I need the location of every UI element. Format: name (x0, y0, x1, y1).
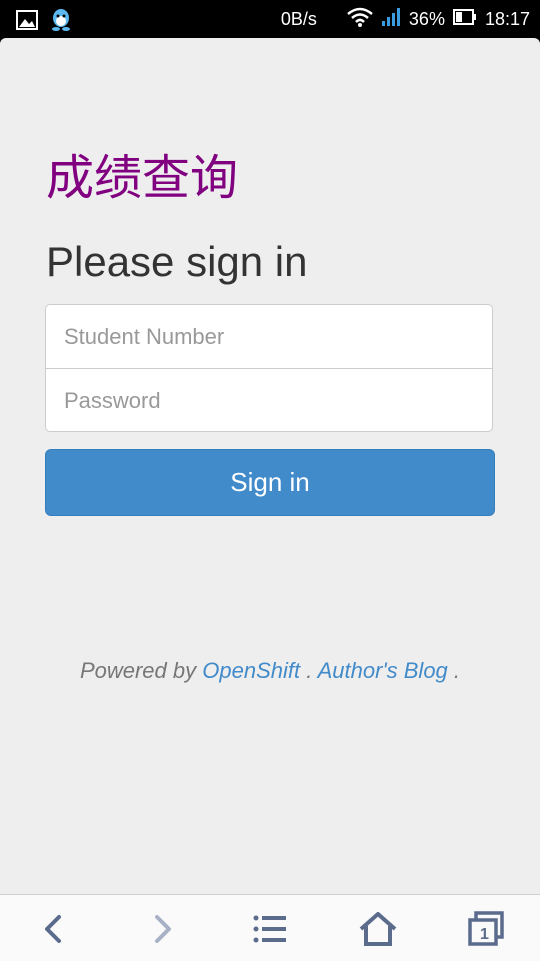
signal-icon (381, 7, 401, 32)
home-icon[interactable] (358, 909, 398, 949)
forward-icon[interactable] (142, 909, 182, 949)
footer-end: . (447, 658, 461, 683)
password-input[interactable] (46, 369, 492, 432)
openshift-link[interactable]: OpenShift (202, 658, 300, 683)
footer-powered-by: Powered by (79, 658, 203, 683)
tab-count: 1 (480, 926, 489, 943)
browser-nav-bar: 1 (0, 894, 540, 961)
battery-percent: 36% (408, 8, 445, 29)
battery-icon (452, 8, 477, 31)
author-blog-link[interactable]: Author's Blog (318, 658, 448, 683)
login-form (45, 304, 493, 432)
menu-icon[interactable] (250, 909, 290, 949)
signin-button[interactable]: Sign in (45, 449, 495, 516)
footer-separator: . (300, 658, 318, 683)
net-speed: 0B/s (280, 8, 317, 29)
status-bar: 0B/s 36% 18:17 (0, 0, 540, 38)
footer: Powered by OpenShift . Author's Blog . (0, 658, 540, 684)
tabs-icon[interactable]: 1 (466, 909, 506, 949)
wifi-icon (347, 7, 373, 32)
back-icon[interactable] (34, 909, 74, 949)
qq-penguin-icon (50, 8, 72, 37)
app-title: 成绩查询 (46, 150, 239, 206)
login-page: 成绩查询 Please sign in Sign in Powered by O… (0, 38, 540, 894)
signin-heading: Please sign in (46, 238, 308, 285)
image-notification-icon (16, 10, 38, 35)
clock: 18:17 (484, 8, 530, 29)
student-number-input[interactable] (46, 305, 492, 368)
